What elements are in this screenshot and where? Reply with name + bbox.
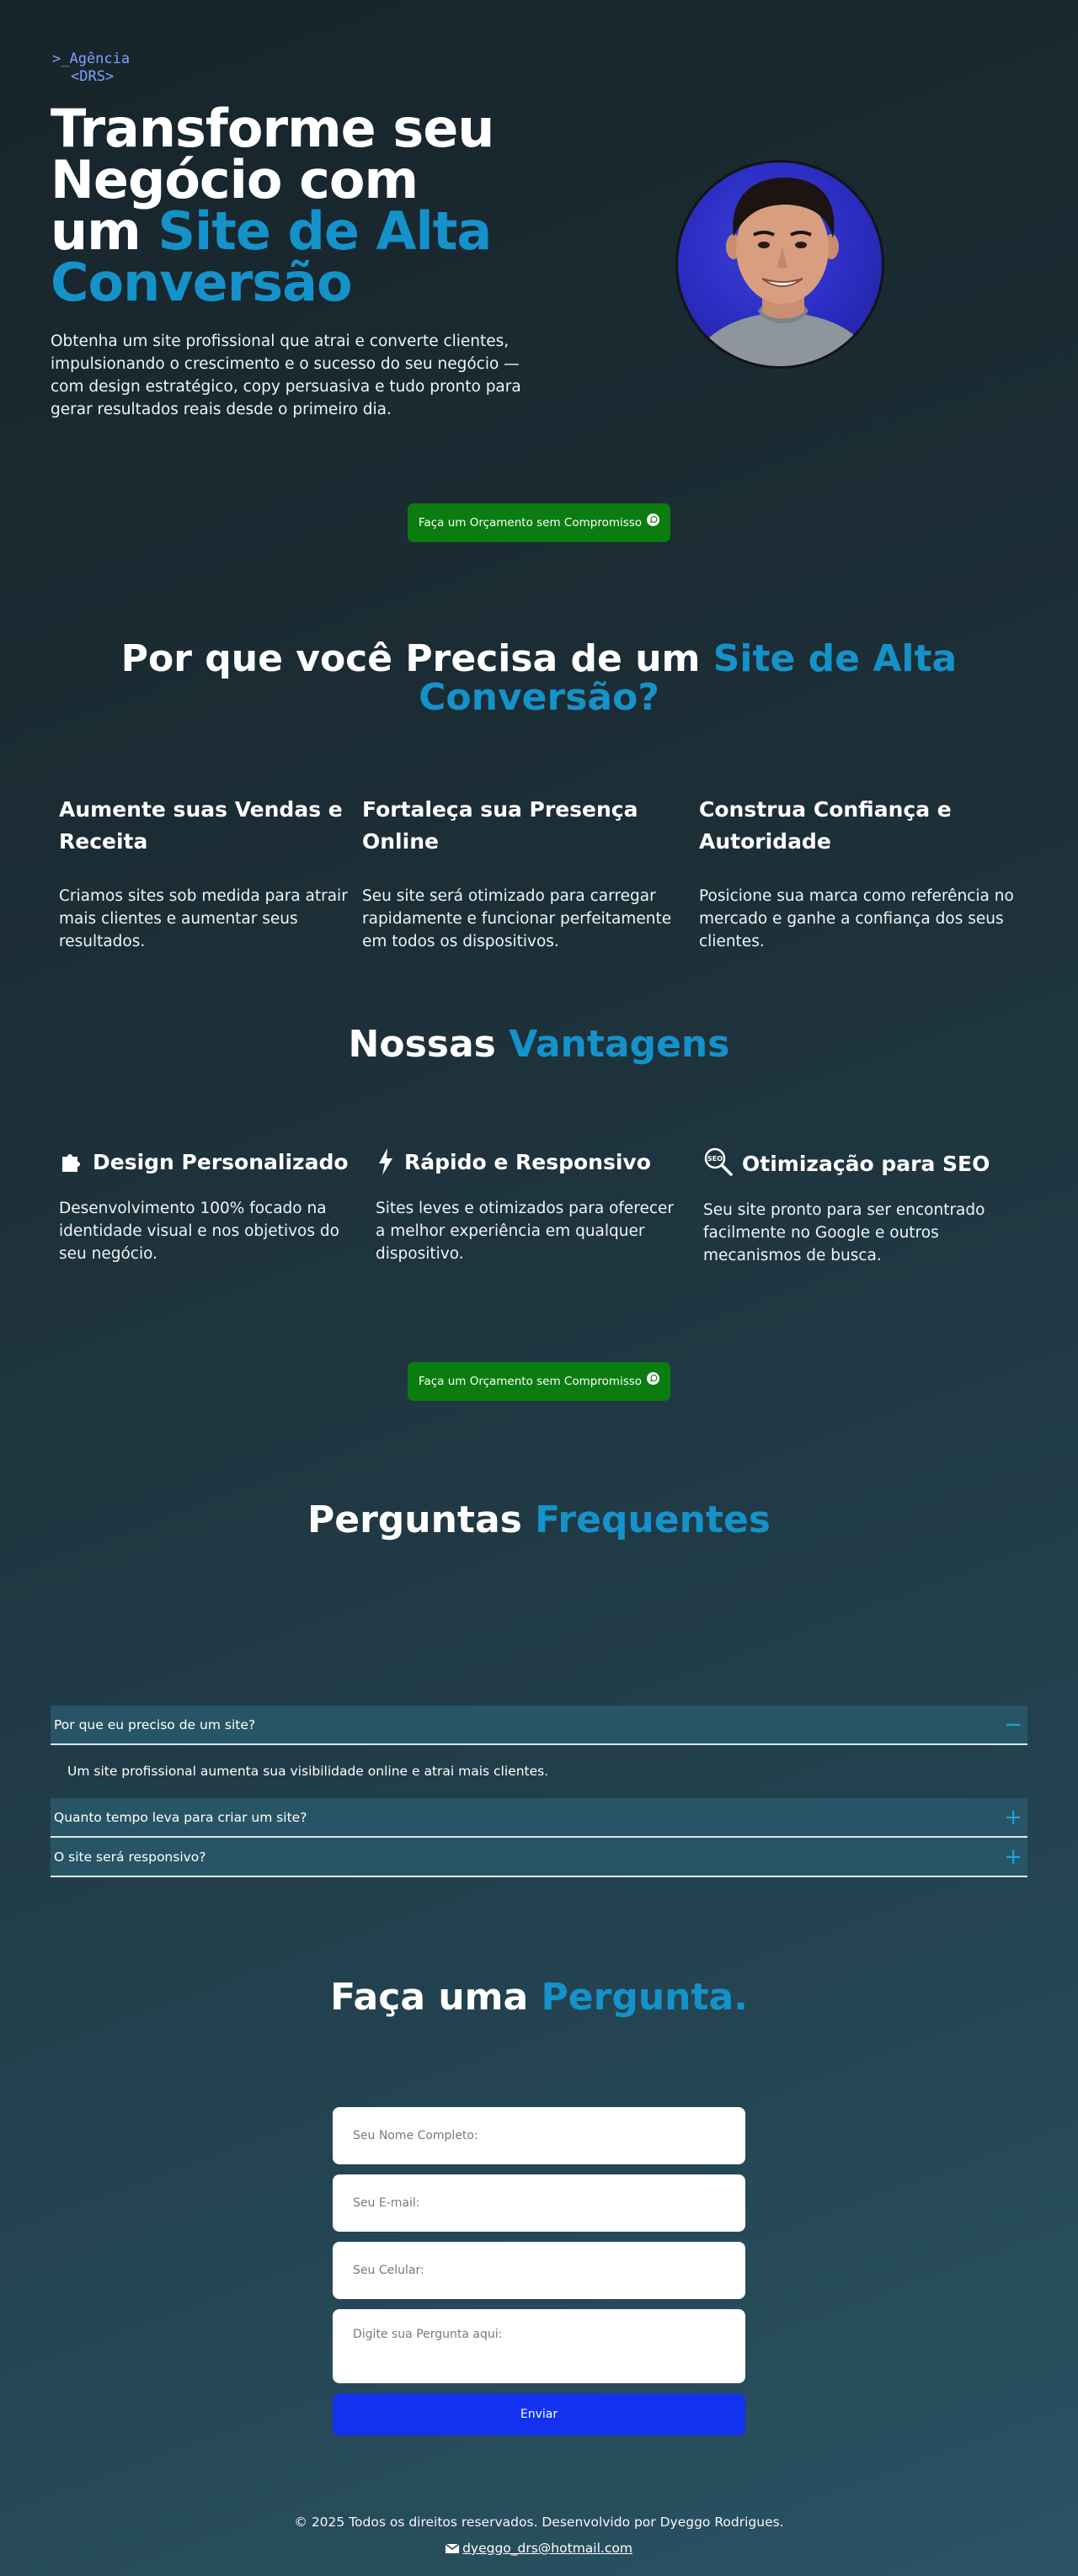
lightning-icon — [376, 1148, 396, 1179]
quote-cta-button[interactable]: Faça um Orçamento sem Compromisso — [408, 503, 670, 542]
faq-title-accent: Frequentes — [535, 1498, 771, 1541]
faq-question-toggle[interactable]: Por que eu preciso de um site? − — [51, 1706, 1027, 1743]
seo-search-icon: SEO — [703, 1147, 734, 1180]
faq-question: O site será responsivo? — [54, 1849, 206, 1865]
faq-title-plain: Perguntas — [307, 1498, 536, 1541]
advantage-speed: Rápido e Responsivo Sites leves e otimiz… — [376, 1147, 687, 1265]
contact-form: Enviar — [333, 2107, 745, 2435]
faq-question-toggle[interactable]: Quanto tempo leva para criar um site? + — [51, 1798, 1027, 1836]
question-field[interactable] — [333, 2309, 745, 2383]
puzzle-icon — [59, 1150, 84, 1179]
why-column-presence: Fortaleça sua Presença Online Seu site s… — [362, 794, 682, 953]
why-section-title: Por que você Precisa de um Site de Alta … — [0, 640, 1078, 717]
phone-field[interactable] — [333, 2242, 745, 2299]
faq-question: Quanto tempo leva para criar um site? — [54, 1809, 307, 1825]
contact-title-accent: Pergunta. — [541, 1976, 748, 2019]
advantage-text: Seu site pronto para ser encontrado faci… — [703, 1201, 985, 1264]
envelope-icon — [446, 2544, 460, 2553]
faq-section-title: Perguntas Frequentes — [0, 1501, 1078, 1540]
submit-button[interactable]: Enviar — [333, 2393, 745, 2435]
advantage-seo: SEO Otimização para SEO Seu site pronto … — [703, 1147, 1032, 1267]
contact-section-title: Faça uma Pergunta. — [0, 1978, 1078, 2017]
profile-photo — [675, 160, 884, 369]
logo-line-2: <DRS> — [71, 68, 115, 85]
faq-question-toggle[interactable]: O site será responsivo? + — [51, 1838, 1027, 1876]
faq-item: Por que eu preciso de um site? − — [51, 1706, 1027, 1745]
svg-text:SEO: SEO — [707, 1155, 723, 1163]
why-title-accent-2: Conversão? — [419, 676, 659, 719]
hero-description: Obtenha um site profissional que atrai e… — [51, 333, 521, 418]
footer-email: dyeggo_drs@hotmail.com — [0, 2541, 1078, 2556]
quote-cta-label: Faça um Orçamento sem Compromisso — [418, 1375, 643, 1388]
agency-logo[interactable]: >_Agência <DRS> — [52, 51, 130, 86]
why-column-title: Fortaleça sua Presença Online — [362, 797, 638, 854]
faq-accordion: Por que eu preciso de um site? − Um site… — [51, 1706, 1027, 1877]
advantages-section-title: Nossas Vantagens — [0, 1025, 1078, 1064]
why-column-authority: Construa Confiança e Autoridade Posicion… — [699, 794, 1027, 953]
collapse-icon[interactable]: − — [1004, 1714, 1022, 1736]
advantages-title-accent: Vantagens — [509, 1023, 730, 1066]
advantage-title: Otimização para SEO — [742, 1152, 990, 1176]
advantage-text: Sites leves e otimizados para oferecer a… — [376, 1200, 675, 1263]
faq-item: O site será responsivo? + — [51, 1838, 1027, 1877]
contact-title-plain: Faça uma — [330, 1976, 542, 2019]
faq-item: Quanto tempo leva para criar um site? + — [51, 1798, 1027, 1838]
advantage-title: Design Personalizado — [93, 1150, 349, 1174]
why-column-title: Construa Confiança e Autoridade — [699, 797, 952, 854]
footer-email-link[interactable]: dyeggo_drs@hotmail.com — [462, 2541, 632, 2556]
why-column-text: Seu site será otimizado para carregar ra… — [362, 887, 672, 950]
advantage-design: Design Personalizado Desenvolvimento 100… — [59, 1147, 354, 1265]
why-column-sales: Aumente suas Vendas e Receita Criamos si… — [59, 794, 354, 953]
expand-icon[interactable]: + — [1004, 1807, 1022, 1828]
quote-cta-label: Faça um Orçamento sem Compromisso — [418, 516, 643, 530]
faq-question: Por que eu preciso de um site? — [54, 1716, 256, 1732]
advantage-title: Rápido e Responsivo — [404, 1150, 651, 1174]
hero-title-accent-2: Conversão — [51, 252, 353, 313]
hero-title: Transforme seu Negócio com um Site de Al… — [51, 103, 590, 309]
whatsapp-icon — [647, 1371, 660, 1385]
whatsapp-icon — [647, 513, 660, 526]
name-field[interactable] — [333, 2107, 745, 2164]
why-title-plain: Por que você Precisa de um — [120, 637, 713, 680]
why-column-title: Aumente suas Vendas e Receita — [59, 797, 343, 854]
email-field[interactable] — [333, 2174, 745, 2232]
advantage-text: Desenvolvimento 100% focado na identidad… — [59, 1200, 339, 1263]
why-column-text: Posicione sua marca como referência no m… — [699, 887, 1014, 950]
profile-photo-illustration — [688, 178, 878, 366]
footer-copyright: © 2025 Todos os direitos reservados. Des… — [294, 2515, 784, 2530]
expand-icon[interactable]: + — [1004, 1846, 1022, 1868]
advantages-title-plain: Nossas — [348, 1023, 510, 1066]
why-title-accent-1: Site de Alta — [712, 637, 958, 680]
why-column-text: Criamos sites sob medida para atrair mai… — [59, 887, 348, 950]
faq-answer: Um site profissional aumenta sua visibil… — [67, 1764, 549, 1779]
logo-line-1: >_Agência — [52, 51, 131, 67]
quote-cta-button-2[interactable]: Faça um Orçamento sem Compromisso — [408, 1362, 670, 1401]
